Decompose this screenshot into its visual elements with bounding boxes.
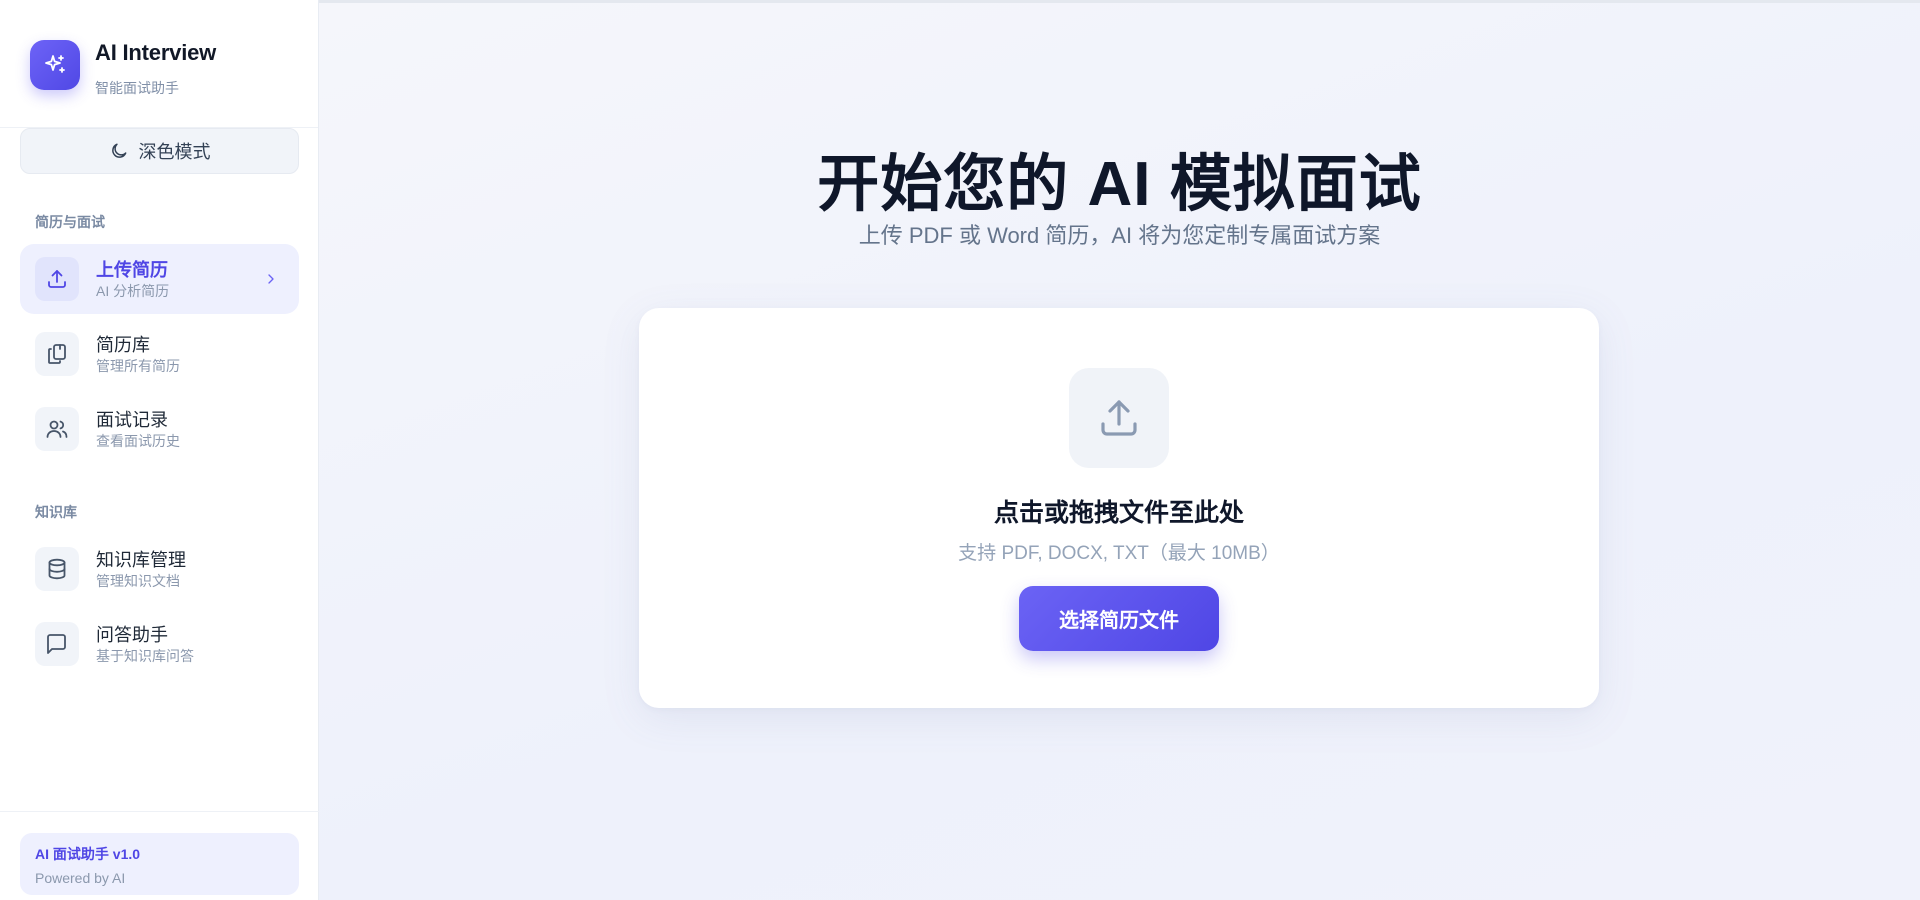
sidebar-divider xyxy=(0,811,319,812)
sidebar-item-title: 上传简历 xyxy=(96,259,168,280)
page-title: 开始您的 AI 模拟面试 xyxy=(817,150,1422,219)
brand-subtitle: 智能面试助手 xyxy=(95,80,179,96)
section-label-knowledge: 知识库 xyxy=(35,504,77,520)
sidebar: AI Interview 智能面试助手 深色模式 简历与面试 上传简历 AI 分… xyxy=(0,0,319,900)
sidebar-item-library[interactable]: 简历库 管理所有简历 xyxy=(20,319,299,389)
brand-header: AI Interview 智能面试助手 xyxy=(0,0,318,128)
database-icon xyxy=(35,547,79,591)
dark-mode-toggle[interactable]: 深色模式 xyxy=(20,128,299,174)
dark-mode-label: 深色模式 xyxy=(138,142,211,162)
documents-icon xyxy=(35,332,79,376)
sidebar-item-qa[interactable]: 问答助手 基于知识库问答 xyxy=(20,609,299,679)
sidebar-item-kb-manage[interactable]: 知识库管理 管理知识文档 xyxy=(20,534,299,604)
dropzone-title: 点击或拖拽文件至此处 xyxy=(993,499,1244,527)
brand-title: AI Interview xyxy=(95,40,217,65)
version-label: AI 面试助手 v1.0 xyxy=(35,846,141,862)
upload-icon[interactable] xyxy=(1069,368,1169,468)
moon-icon xyxy=(111,143,126,158)
upload-icon xyxy=(35,257,79,301)
main-content: 开始您的 AI 模拟面试 上传 PDF 或 Word 简历，AI 将为您定制专属… xyxy=(319,0,1920,900)
select-resume-button[interactable]: 选择简历文件 xyxy=(1019,586,1219,651)
sidebar-item-records[interactable]: 面试记录 查看面试历史 xyxy=(20,394,299,464)
app-root: AI Interview 智能面试助手 深色模式 简历与面试 上传简历 AI 分… xyxy=(0,0,1920,900)
sparkles-icon[interactable] xyxy=(30,40,80,90)
sidebar-item-subtitle: 基于知识库问答 xyxy=(96,647,194,664)
sidebar-item-subtitle: AI 分析简历 xyxy=(96,282,170,299)
sidebar-item-title: 问答助手 xyxy=(96,624,168,645)
users-icon xyxy=(35,407,79,451)
sidebar-item-upload[interactable]: 上传简历 AI 分析简历 xyxy=(20,244,299,314)
dropzone-hint: 支持 PDF, DOCX, TXT（最大 10MB） xyxy=(958,543,1280,564)
sidebar-item-title: 简历库 xyxy=(96,334,150,355)
version-card: AI 面试助手 v1.0 Powered by AI xyxy=(20,833,299,895)
sidebar-item-subtitle: 管理知识文档 xyxy=(96,572,180,589)
sidebar-item-title: 面试记录 xyxy=(96,409,168,430)
brand-text: AI Interview 智能面试助手 xyxy=(95,40,216,98)
sidebar-item-subtitle: 查看面试历史 xyxy=(96,432,180,449)
upload-dropzone[interactable]: 点击或拖拽文件至此处 支持 PDF, DOCX, TXT（最大 10MB） 选择… xyxy=(639,308,1599,708)
powered-by-label: Powered by AI xyxy=(35,870,126,886)
chat-icon xyxy=(35,622,79,666)
chevron-right-icon xyxy=(268,274,274,284)
sidebar-item-subtitle: 管理所有简历 xyxy=(96,357,180,374)
page-subtitle: 上传 PDF 或 Word 简历，AI 将为您定制专属面试方案 xyxy=(858,223,1381,248)
section-label-resume: 简历与面试 xyxy=(35,214,105,230)
sidebar-item-title: 知识库管理 xyxy=(96,549,186,570)
